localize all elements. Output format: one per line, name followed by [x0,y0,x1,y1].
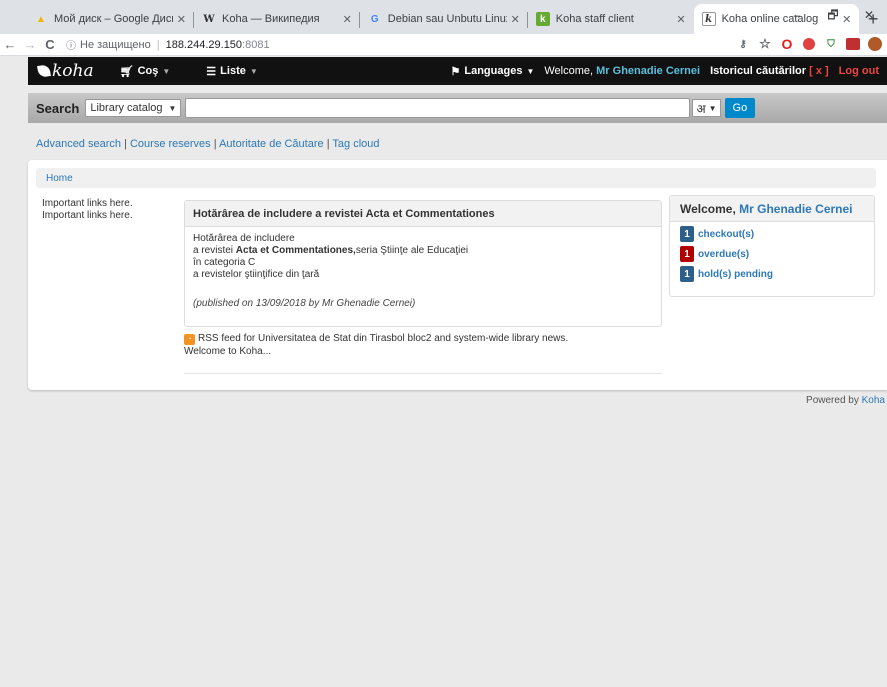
logout-link[interactable]: Log out [839,65,879,77]
extension-badge-icon[interactable] [845,36,861,52]
tag-cloud-link[interactable]: Tag cloud [332,138,379,150]
user-summary-name[interactable]: Mr Ghenadie Cernei [739,202,852,216]
overdues-link[interactable]: 1 overdue(s) [680,246,874,262]
breadcrumb-home-link[interactable]: Home [46,173,73,184]
news-title: Hotărârea de includere a revistei Acta e… [185,201,661,227]
forward-button[interactable]: → [20,37,40,52]
user-summary-header: Welcome, Mr Ghenadie Cernei [670,196,874,222]
close-window-button[interactable]: ✕ [851,0,887,30]
holds-count-badge: 1 [680,266,694,282]
flag-icon: ⚑ [450,65,461,78]
main-panel: Home Important links here. Important lin… [28,160,887,390]
koha-leaf-icon [37,64,51,78]
rss-feed-text[interactable]: RSS feed for Universitatea de Stat din T… [198,333,568,345]
powered-by: Powered by Koha [806,395,885,406]
browser-tab-google-drive[interactable]: ▲ Мой диск – Google Диск ✕ [26,4,194,34]
restore-button[interactable]: 🗗 [815,0,851,30]
info-icon[interactable]: ⓘ [66,37,76,52]
koha-navbar: koha 🛒︎ Coş ▼ ☰ Liste ▼ ⚑ Languages ▼ We… [28,57,887,85]
close-icon[interactable]: ✕ [511,13,520,26]
news-published: (published on 13/09/2018 by Mr Ghenadie … [193,298,416,309]
checkouts-count-badge: 1 [680,226,694,242]
url-host: 188.244.29.150 [165,38,243,51]
chevron-down-icon: ▼ [249,66,258,76]
opera-icon[interactable]: O [779,36,795,52]
koha-icon: k [535,12,550,26]
virtual-keyboard-button[interactable]: अ ▼ [692,99,721,117]
cart-icon: 🛒︎ [119,65,134,78]
sidebar-text: Important links here. [42,198,133,209]
user-summary-panel: Welcome, Mr Ghenadie Cernei 1 checkout(s… [669,195,875,297]
browser-tab-wikipedia[interactable]: W Koha — Википедия ✕ [194,4,360,34]
list-icon: ☰ [206,65,217,78]
adblock-icon[interactable] [801,36,817,52]
close-icon[interactable]: ✕ [676,13,685,26]
go-button[interactable]: Go [724,98,756,118]
search-label: Search [36,100,80,116]
authority-search-link[interactable]: Autoritate de Căutare [219,138,324,150]
close-icon[interactable]: ✕ [177,13,186,26]
news-item: Hotărârea de includere a revistei Acta e… [184,200,662,327]
news-body: Hotărârea de includere a revistei Acta e… [185,227,661,316]
url-port: :8081 [242,38,270,51]
wikipedia-icon: W [203,13,215,25]
cart-menu[interactable]: 🛒︎ Coş ▼ [120,65,171,78]
koha-logo[interactable]: koha [37,61,94,81]
sidebar: Important links here. Important links he… [42,198,133,222]
back-button[interactable]: ← [0,37,20,52]
browser-tab-strip: ▲ Мой диск – Google Диск ✕ W Koha — Вики… [0,0,887,34]
welcome-message: Welcome, Mr Ghenadie Cernei [544,65,701,77]
advanced-search-link[interactable]: Advanced search [36,138,121,150]
browser-tab-google-search[interactable]: G Debian sau Unbutu Linux - ✕ [360,4,528,34]
chevron-down-icon: ▼ [168,103,177,113]
breadcrumb: Home [36,168,876,188]
url-input[interactable]: ⓘ Не защищено | 188.244.29.150 :8081 [66,36,716,54]
extensions-area: ⚷ ☆ O ⛉ [735,36,883,52]
rss-feed: ◔ RSS feed for Universitatea de Stat din… [184,333,568,345]
shield-icon[interactable]: ⛉ [823,36,839,52]
overdues-count-badge: 1 [680,246,694,262]
more-searches: Advanced search | Course reserves | Auto… [36,138,380,150]
sidebar-text: Important links here. [42,210,133,221]
insecure-label: Не защищено [80,38,151,51]
address-bar: ← → C ⓘ Не защищено | 188.244.29.150 :80… [0,34,887,56]
search-history-link[interactable]: Istoricul căutărilor [ x ] [710,65,829,77]
search-input[interactable] [185,98,691,118]
koha-icon: k [701,12,716,26]
languages-menu[interactable]: ⚑ Languages ▼ [451,65,535,78]
chevron-down-icon: ▼ [162,66,171,76]
user-name-link[interactable]: Mr Ghenadie Cernei [596,65,700,77]
rss-icon[interactable]: ◔ [184,334,195,345]
chevron-down-icon: ▼ [526,66,535,76]
holds-pending-link[interactable]: 1 hold(s) pending [680,266,874,282]
lists-menu[interactable]: ☰ Liste ▼ [206,65,257,78]
google-drive-icon: ▲ [36,13,46,25]
key-icon[interactable]: ⚷ [735,36,751,52]
koha-link[interactable]: Koha [862,395,885,406]
google-icon: G [370,13,379,25]
chevron-down-icon: ▼ [708,103,717,113]
reload-button[interactable]: C [40,37,60,52]
browser-tab-koha-staff[interactable]: k Koha staff client ✕ [528,4,694,34]
star-icon[interactable]: ☆ [757,36,773,52]
course-reserves-link[interactable]: Course reserves [130,138,211,150]
checkouts-link[interactable]: 1 checkout(s) [680,226,874,242]
welcome-text: Welcome to Koha... [184,346,272,357]
clear-history-button[interactable]: [ x ] [809,65,829,77]
avatar[interactable] [867,36,883,52]
window-controls: – 🗗 ✕ [779,0,887,30]
close-icon[interactable]: ✕ [343,13,352,26]
search-scope-select[interactable]: Library catalog ▼ [85,99,182,117]
search-bar: Search Library catalog ▼ अ ▼ Go [28,93,887,123]
minimize-button[interactable]: – [779,0,815,30]
